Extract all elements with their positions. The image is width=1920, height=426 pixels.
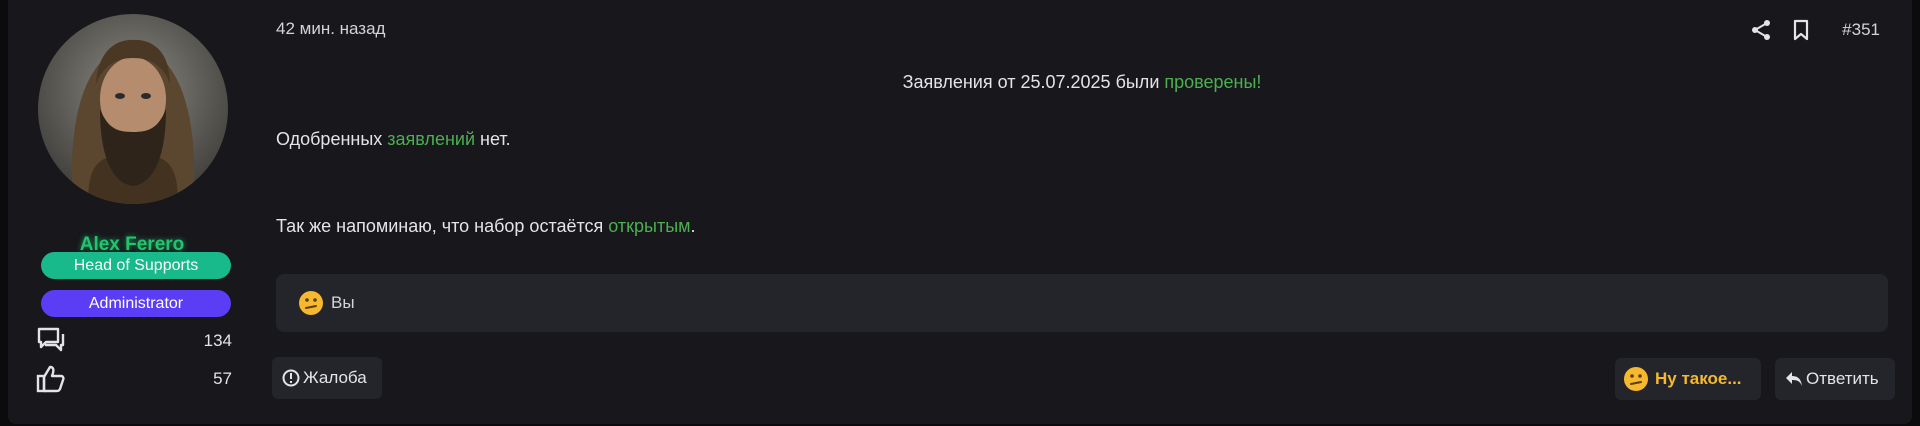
reply-label: Ответить — [1806, 369, 1879, 388]
role-badge-head-of-supports: Head of Supports — [41, 252, 231, 279]
reply-icon — [1786, 372, 1802, 386]
messages-icon — [37, 327, 65, 352]
post-line-1: Заявления от 25.07.2025 были проверены! — [276, 72, 1888, 93]
report-label: Жалоба — [303, 368, 367, 387]
messages-count: 134 — [203, 331, 232, 350]
post-line-2-highlight: заявлений — [387, 129, 476, 149]
post-line-1-text: Заявления от 25.07.2025 были — [902, 72, 1165, 92]
reactions-bar[interactable]: Вы — [276, 274, 1888, 332]
alert-circle-icon — [282, 369, 300, 387]
post-line-3: Так же напоминаю, что набор остаётся отк… — [276, 216, 1888, 237]
likes-count: 57 — [213, 369, 232, 388]
post-line-2-text: Одобренных — [276, 129, 388, 149]
confused-face-icon — [1624, 367, 1648, 391]
forum-post: Alex Ferero Head of Supports Administrat… — [8, 0, 1912, 424]
post-line-3-highlight: открытым — [608, 216, 691, 236]
react-button[interactable]: Ну такое... — [1615, 358, 1761, 400]
reply-button[interactable]: Ответить — [1775, 358, 1895, 400]
bookmark-icon[interactable] — [1790, 19, 1812, 41]
confused-face-icon — [299, 291, 323, 315]
post-number[interactable]: #351 — [1842, 20, 1880, 40]
user-info: Alex Ferero Head of Supports Administrat… — [32, 14, 232, 414]
post-line-2: Одобренных заявлений нет. — [276, 129, 1888, 150]
reaction-users[interactable]: Вы — [331, 293, 355, 313]
post-line-1-highlight: проверены! — [1164, 72, 1262, 92]
post-line-3-text: Так же напоминаю, что набор остаётся — [276, 216, 609, 236]
avatar[interactable] — [38, 14, 228, 204]
post-line-3-end: . — [690, 216, 696, 236]
post-line-2-end: нет. — [475, 129, 511, 149]
thumbs-up-icon — [36, 365, 65, 393]
react-label: Ну такое... — [1655, 369, 1742, 388]
messages-stat: 134 — [36, 326, 232, 356]
report-button[interactable]: Жалоба — [272, 357, 382, 399]
share-icon[interactable] — [1750, 19, 1772, 41]
post-timestamp[interactable]: 42 мин. назад — [276, 19, 385, 39]
likes-stat: 57 — [36, 364, 232, 394]
role-badge-administrator: Administrator — [41, 290, 231, 317]
post-header-actions: #351 — [1740, 18, 1880, 42]
